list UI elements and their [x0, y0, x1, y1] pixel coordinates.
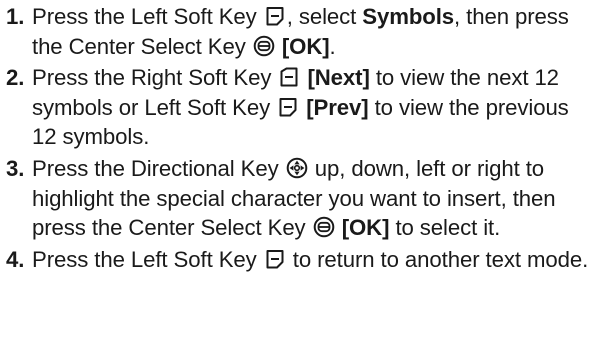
step-number: 3. [6, 155, 25, 181]
instruction-page: 1. Press the Left Soft Key , select Symb… [0, 0, 589, 348]
center-select-key-icon [313, 216, 335, 238]
right-soft-key-icon [278, 66, 300, 88]
bold-label: [OK] [341, 215, 390, 241]
bold-label: [Next] [307, 65, 370, 91]
step-item: 2. Press the Right Soft Key [Next] to vi… [6, 63, 589, 152]
step-text-segment: Press the Left Soft Key [32, 4, 263, 29]
step-text-segment: Press the Right Soft Key [32, 65, 278, 91]
directional-key-icon [286, 157, 308, 179]
step-item: 4. Press the Left Soft Key to return to … [6, 245, 589, 275]
step-text-segment: to return to another text mode. [286, 246, 589, 272]
bold-label: [Prev] [306, 94, 369, 120]
step-item: 3. Press the Directional Key up, down, l… [6, 154, 589, 243]
steps-list: 1. Press the Left Soft Key , select Symb… [6, 2, 589, 274]
step-text: Press the Left Soft Key , select Symbols… [32, 4, 569, 59]
step-text-segment: Press the Left Soft Key [32, 246, 263, 272]
bold-label: [OK] [281, 33, 330, 59]
step-number: 2. [6, 65, 25, 91]
step-text: Press the Right Soft Key [Next] to view … [32, 65, 569, 149]
center-select-key-icon [253, 35, 275, 57]
left-soft-key-icon [264, 248, 286, 270]
step-text-segment: to select it. [389, 215, 501, 241]
step-text-segment: . [329, 33, 336, 59]
step-text: Press the Directional Key up, down, left… [32, 156, 556, 240]
step-text-segment: , select [286, 4, 363, 29]
step-number: 4. [6, 246, 25, 272]
bold-label: Symbols [362, 4, 455, 29]
step-item: 1. Press the Left Soft Key , select Symb… [6, 2, 589, 61]
left-soft-key-icon [264, 5, 286, 27]
left-soft-key-icon [277, 96, 299, 118]
step-text: Press the Left Soft Key to return to ano… [32, 247, 588, 272]
step-number: 1. [6, 4, 25, 29]
step-text-segment: Press the Directional Key [32, 155, 285, 181]
